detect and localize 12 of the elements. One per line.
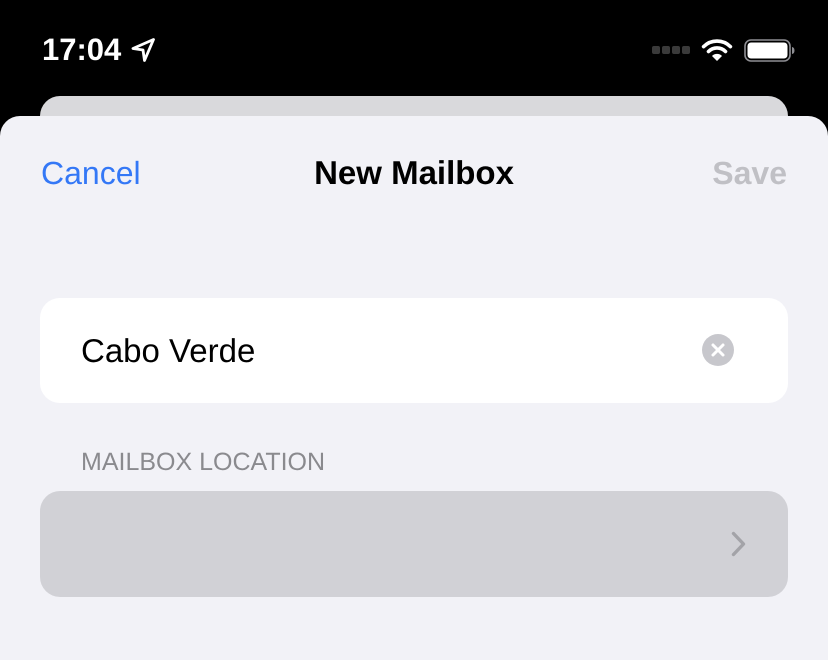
wifi-icon	[701, 38, 733, 62]
clear-icon[interactable]	[702, 334, 734, 366]
cancel-button[interactable]: Cancel	[41, 153, 141, 193]
chevron-right-icon	[731, 531, 746, 557]
location-arrow-icon	[130, 37, 156, 63]
status-time: 17:04	[42, 32, 122, 68]
signal-icon	[652, 46, 690, 54]
location-row[interactable]	[40, 491, 788, 597]
mailbox-name-field[interactable]: Cabo Verde	[40, 298, 788, 403]
section-header: MAILBOX LOCATION	[81, 447, 326, 477]
sheet-title: New Mailbox	[314, 153, 514, 193]
battery-icon	[744, 38, 795, 62]
